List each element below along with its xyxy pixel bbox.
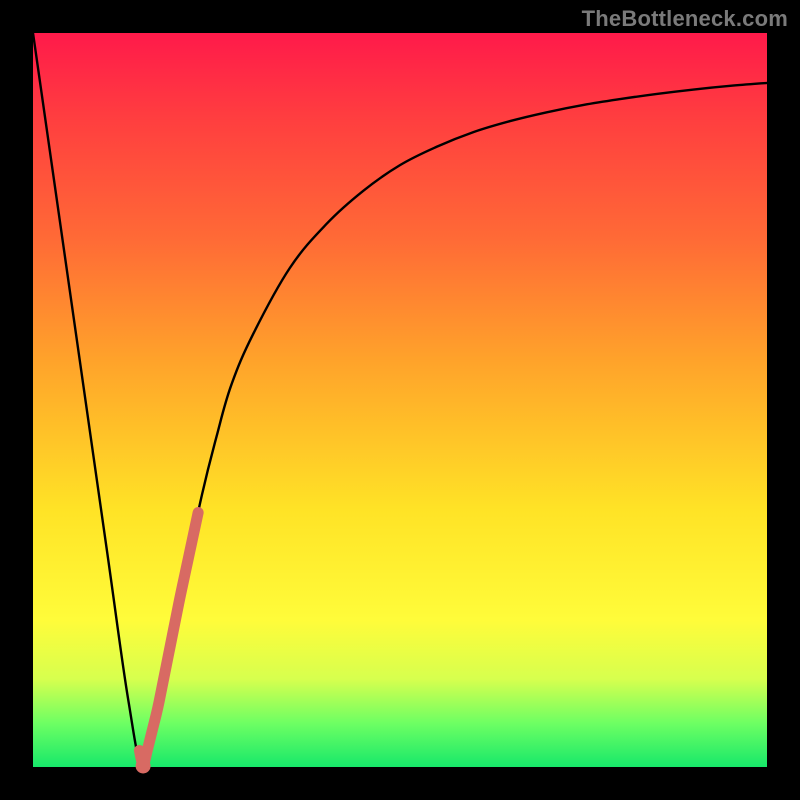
minimum-marker	[136, 759, 151, 774]
curve-layer	[33, 33, 767, 767]
bottleneck-curve-path	[33, 33, 767, 767]
chart-svg	[33, 33, 767, 767]
chart-frame: TheBottleneck.com	[0, 0, 800, 800]
highlight-layer	[136, 513, 199, 774]
highlight-segment-path	[139, 513, 198, 764]
plot-area	[33, 33, 767, 767]
watermark-text: TheBottleneck.com	[582, 6, 788, 32]
